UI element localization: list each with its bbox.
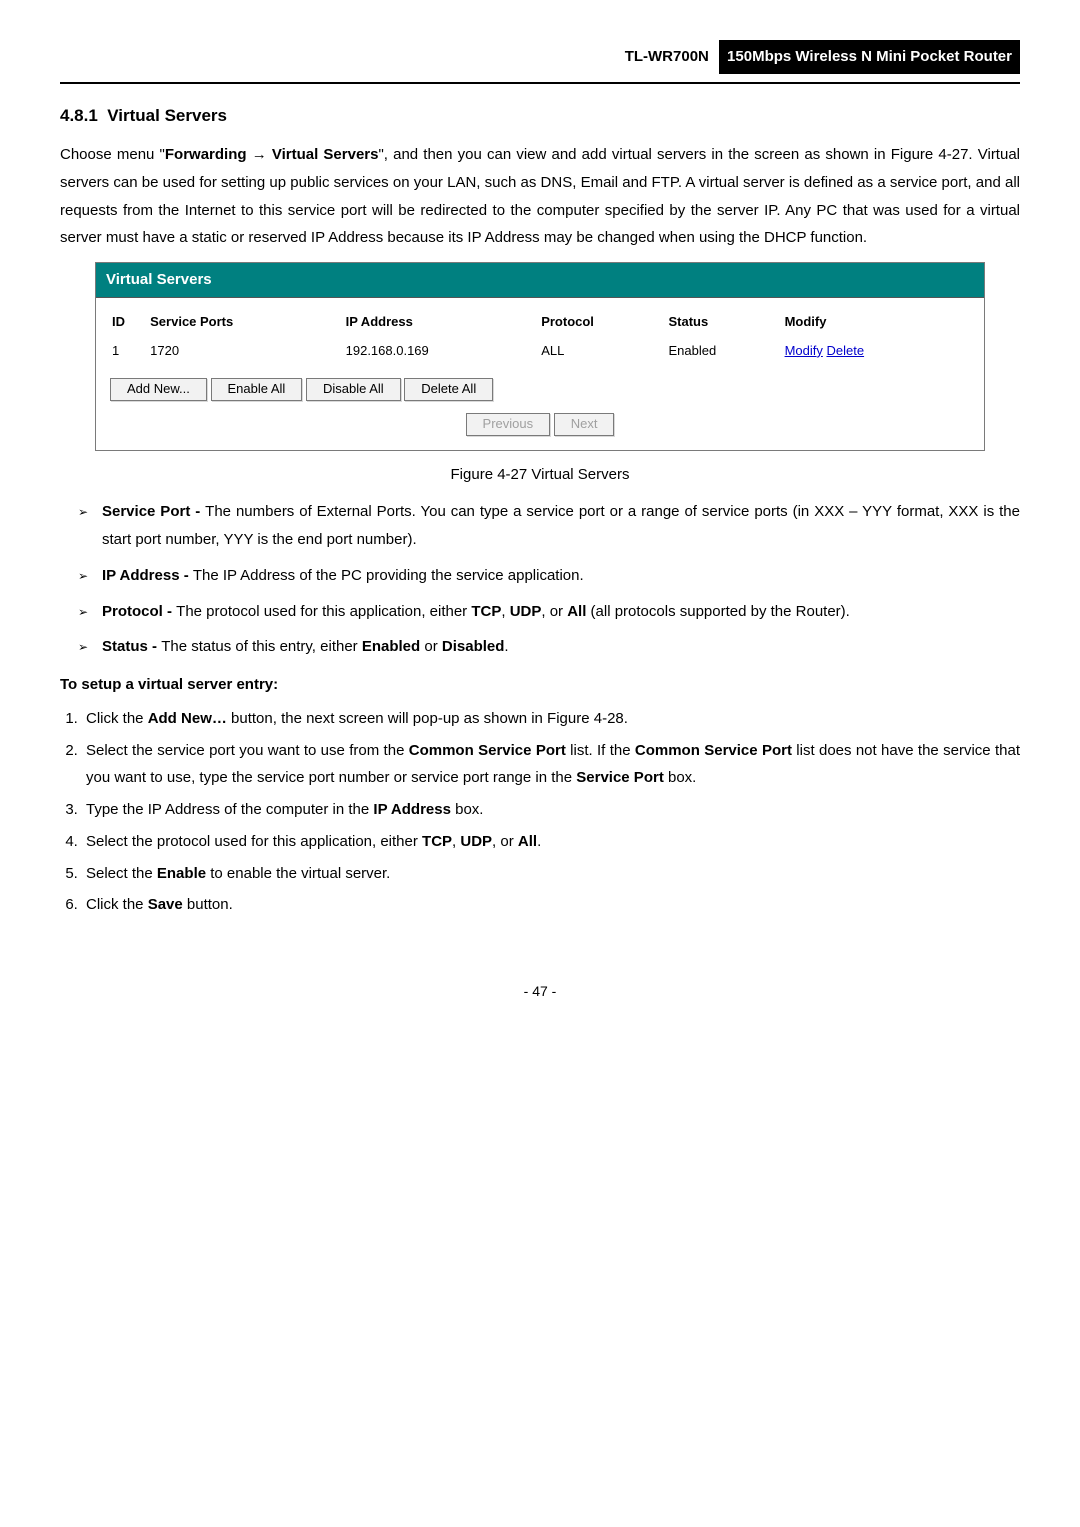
cell-proto: ALL: [539, 337, 666, 366]
product-desc: 150Mbps Wireless N Mini Pocket Router: [719, 40, 1020, 74]
action-button-row: Add New... Enable All Disable All Delete…: [110, 378, 970, 401]
pagination-row: Previous Next: [110, 413, 970, 436]
list-item: Service Port - The numbers of External P…: [78, 498, 1020, 554]
setup-steps-list: Click the Add New… button, the next scre…: [82, 705, 1020, 919]
figure-caption: Figure 4-27 Virtual Servers: [60, 461, 1020, 489]
list-item: Select the protocol used for this applic…: [82, 828, 1020, 856]
col-modify: Modify: [783, 308, 970, 337]
list-item: Select the Enable to enable the virtual …: [82, 860, 1020, 888]
col-ip-address: IP Address: [344, 308, 540, 337]
field-definitions-list: Service Port - The numbers of External P…: [78, 498, 1020, 661]
list-item: Status - The status of this entry, eithe…: [78, 633, 1020, 661]
col-status: Status: [667, 308, 783, 337]
list-item: Click the Add New… button, the next scre…: [82, 705, 1020, 733]
virtual-servers-table: ID Service Ports IP Address Protocol Sta…: [110, 308, 970, 366]
next-button[interactable]: Next: [554, 413, 615, 436]
delete-all-button[interactable]: Delete All: [404, 378, 493, 401]
list-item: Select the service port you want to use …: [82, 737, 1020, 793]
col-service-ports: Service Ports: [148, 308, 343, 337]
cell-status: Enabled: [667, 337, 783, 366]
list-item: Type the IP Address of the computer in t…: [82, 796, 1020, 824]
list-item: Protocol - The protocol used for this ap…: [78, 598, 1020, 626]
previous-button[interactable]: Previous: [466, 413, 551, 436]
figure-title-bar: Virtual Servers: [96, 263, 984, 298]
header-divider: [60, 82, 1020, 84]
section-number: 4.8.1: [60, 106, 98, 125]
col-id: ID: [110, 308, 148, 337]
disable-all-button[interactable]: Disable All: [306, 378, 401, 401]
table-header-row: ID Service Ports IP Address Protocol Sta…: [110, 308, 970, 337]
cell-ip: 192.168.0.169: [344, 337, 540, 366]
list-item: Click the Save button.: [82, 891, 1020, 919]
enable-all-button[interactable]: Enable All: [211, 378, 303, 401]
intro-paragraph: Choose menu "Forwarding → Virtual Server…: [60, 141, 1020, 252]
modify-link[interactable]: Modify: [785, 343, 823, 358]
cell-ports: 1720: [148, 337, 343, 366]
section-title: Virtual Servers: [107, 106, 227, 125]
list-item: IP Address - The IP Address of the PC pr…: [78, 562, 1020, 590]
virtual-servers-figure: Virtual Servers ID Service Ports IP Addr…: [95, 262, 985, 450]
add-new-button[interactable]: Add New...: [110, 378, 207, 401]
page-number: - 47 -: [60, 979, 1020, 1005]
setup-subtitle: To setup a virtual server entry:: [60, 671, 1020, 699]
table-row: 1 1720 192.168.0.169 ALL Enabled Modify …: [110, 337, 970, 366]
model-label: TL-WR700N: [625, 48, 715, 65]
col-protocol: Protocol: [539, 308, 666, 337]
page-header: TL-WR700N 150Mbps Wireless N Mini Pocket…: [60, 40, 1020, 74]
delete-link[interactable]: Delete: [826, 343, 864, 358]
cell-id: 1: [110, 337, 148, 366]
section-heading: 4.8.1 Virtual Servers: [60, 100, 1020, 131]
